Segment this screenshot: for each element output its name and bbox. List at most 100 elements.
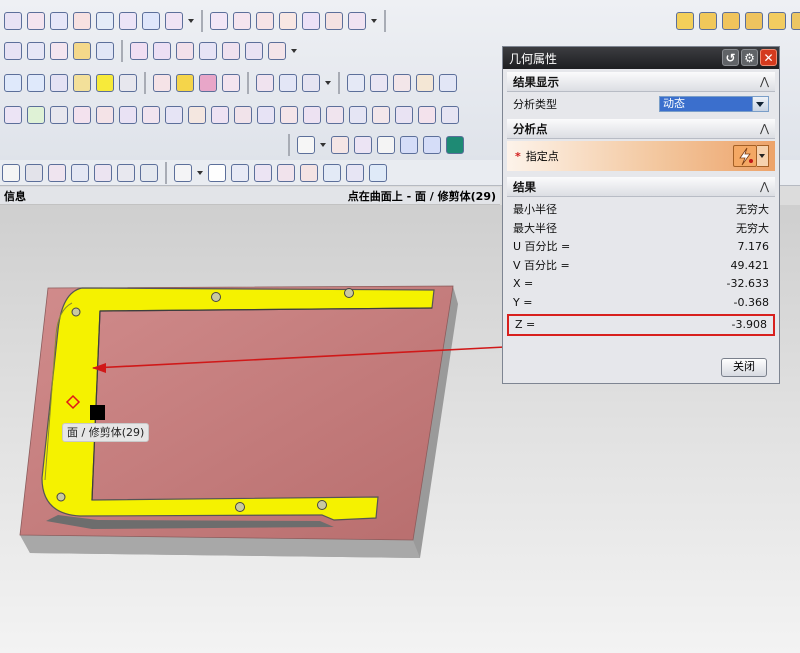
triangle-warning-icon[interactable] xyxy=(176,74,194,92)
reset-icon[interactable]: ↺ xyxy=(722,49,739,66)
dropdown-arrow-icon[interactable] xyxy=(320,140,326,150)
point-snap-icon[interactable] xyxy=(231,163,249,182)
chevron-up-icon[interactable]: ⋀ xyxy=(760,122,769,135)
highlight-icon[interactable] xyxy=(96,74,114,92)
color-icon[interactable] xyxy=(199,74,217,92)
feature-icon[interactable] xyxy=(165,106,183,124)
section-result-display[interactable]: 结果显示 ⋀ xyxy=(507,72,775,92)
analysis-type-select[interactable]: 动态 xyxy=(659,96,769,112)
solid-cube-icon[interactable] xyxy=(722,12,740,30)
point-snap-icon[interactable] xyxy=(254,163,272,182)
solid-cube-icon[interactable] xyxy=(768,12,786,30)
assembly-icon[interactable] xyxy=(50,74,68,92)
feature-icon[interactable] xyxy=(142,106,160,124)
grid-icon[interactable] xyxy=(256,74,274,92)
solid-cube-icon[interactable] xyxy=(745,12,763,30)
solid-cube-icon[interactable] xyxy=(791,12,800,30)
point-snap-icon[interactable] xyxy=(277,163,295,182)
arrow-back-icon[interactable] xyxy=(446,136,464,154)
feature-icon[interactable] xyxy=(418,106,436,124)
feature-icon[interactable] xyxy=(280,106,298,124)
dropdown-arrow-icon[interactable] xyxy=(325,78,331,88)
surface-tool-icon[interactable] xyxy=(4,42,22,60)
check-icon[interactable] xyxy=(27,106,45,124)
feature-icon[interactable] xyxy=(326,106,344,124)
feature-icon[interactable] xyxy=(211,106,229,124)
face-tool-icon[interactable] xyxy=(199,42,217,60)
section-results[interactable]: 结果 ⋀ xyxy=(507,177,775,197)
snap-icon[interactable] xyxy=(117,163,135,182)
feature-icon[interactable] xyxy=(119,106,137,124)
snap-icon[interactable] xyxy=(94,163,112,182)
feature-icon[interactable] xyxy=(303,106,321,124)
point-snap-icon[interactable] xyxy=(208,163,226,182)
spline-tool-icon[interactable] xyxy=(27,12,45,30)
corner-tool-icon[interactable] xyxy=(302,12,320,30)
close-icon[interactable]: ✕ xyxy=(760,49,777,66)
point-snap-icon[interactable] xyxy=(346,163,364,182)
feature-icon[interactable] xyxy=(395,106,413,124)
arc-tool-icon[interactable] xyxy=(233,12,251,30)
arrow-left-icon[interactable] xyxy=(400,136,418,154)
dialog-title-bar[interactable]: 几何属性 ↺ ⚙ ✕ xyxy=(503,47,779,69)
text-style-icon[interactable] xyxy=(222,74,240,92)
face-tool-icon[interactable] xyxy=(268,42,286,60)
snap-icon[interactable] xyxy=(71,163,89,182)
analysis-icon[interactable] xyxy=(354,136,372,154)
point-snap-icon[interactable] xyxy=(300,163,318,182)
project-curve-icon[interactable] xyxy=(142,12,160,30)
move-icon[interactable] xyxy=(347,74,365,92)
save-icon[interactable] xyxy=(119,74,137,92)
package-icon[interactable] xyxy=(416,74,434,92)
point-snap-icon[interactable] xyxy=(369,163,387,182)
sheet-tool-icon[interactable] xyxy=(96,42,114,60)
feature-icon[interactable] xyxy=(73,106,91,124)
wrap-curve-icon[interactable] xyxy=(165,12,183,30)
view-tool-icon[interactable] xyxy=(4,74,22,92)
chevron-up-icon[interactable]: ⋀ xyxy=(760,75,769,88)
fillet-curve-icon[interactable] xyxy=(348,12,366,30)
dropdown-arrow-icon[interactable] xyxy=(188,16,194,26)
point-snap-icon[interactable] xyxy=(323,163,341,182)
feature-icon[interactable] xyxy=(188,106,206,124)
sheet-icon[interactable] xyxy=(297,136,315,154)
edit-curve-icon[interactable] xyxy=(325,12,343,30)
chevron-up-icon[interactable]: ⋀ xyxy=(760,180,769,193)
face-tool-icon[interactable] xyxy=(245,42,263,60)
feature-icon[interactable] xyxy=(372,106,390,124)
feature-icon[interactable] xyxy=(257,106,275,124)
component-icon[interactable] xyxy=(73,74,91,92)
document-icon[interactable] xyxy=(377,136,395,154)
copy-icon[interactable] xyxy=(370,74,388,92)
snap-icon[interactable] xyxy=(140,163,158,182)
point-type-dropdown[interactable] xyxy=(757,145,769,167)
snap-icon[interactable] xyxy=(48,163,66,182)
pin-icon[interactable] xyxy=(393,74,411,92)
mesh-surface-icon[interactable] xyxy=(27,42,45,60)
offset-curve-icon[interactable] xyxy=(96,12,114,30)
face-tool-icon[interactable] xyxy=(222,42,240,60)
face-tool-icon[interactable] xyxy=(130,42,148,60)
section-analysis-point[interactable]: 分析点 ⋀ xyxy=(507,119,775,139)
sweep-surface-icon[interactable] xyxy=(50,42,68,60)
bridge-curve-icon[interactable] xyxy=(119,12,137,30)
block-tool-icon[interactable] xyxy=(73,42,91,60)
trim-curve-icon[interactable] xyxy=(73,12,91,30)
specify-point-row[interactable]: * 指定点 xyxy=(507,141,775,171)
box-select-icon[interactable] xyxy=(27,74,45,92)
curve-tool-icon[interactable] xyxy=(4,12,22,30)
dropdown-arrow-icon[interactable] xyxy=(197,168,203,178)
analysis-icon[interactable] xyxy=(331,136,349,154)
close-button[interactable]: 关闭 xyxy=(721,358,767,377)
solid-cube-icon[interactable] xyxy=(699,12,717,30)
feature-icon[interactable] xyxy=(349,106,367,124)
feature-icon[interactable] xyxy=(4,106,22,124)
feature-icon[interactable] xyxy=(234,106,252,124)
bend-tool-icon[interactable] xyxy=(256,12,274,30)
snap-icon[interactable] xyxy=(25,163,43,182)
face-tool-icon[interactable] xyxy=(176,42,194,60)
line-tool-icon[interactable] xyxy=(210,12,228,30)
solid-cube-icon[interactable] xyxy=(676,12,694,30)
list-icon[interactable] xyxy=(302,74,320,92)
dropdown-arrow-icon[interactable] xyxy=(291,46,297,56)
